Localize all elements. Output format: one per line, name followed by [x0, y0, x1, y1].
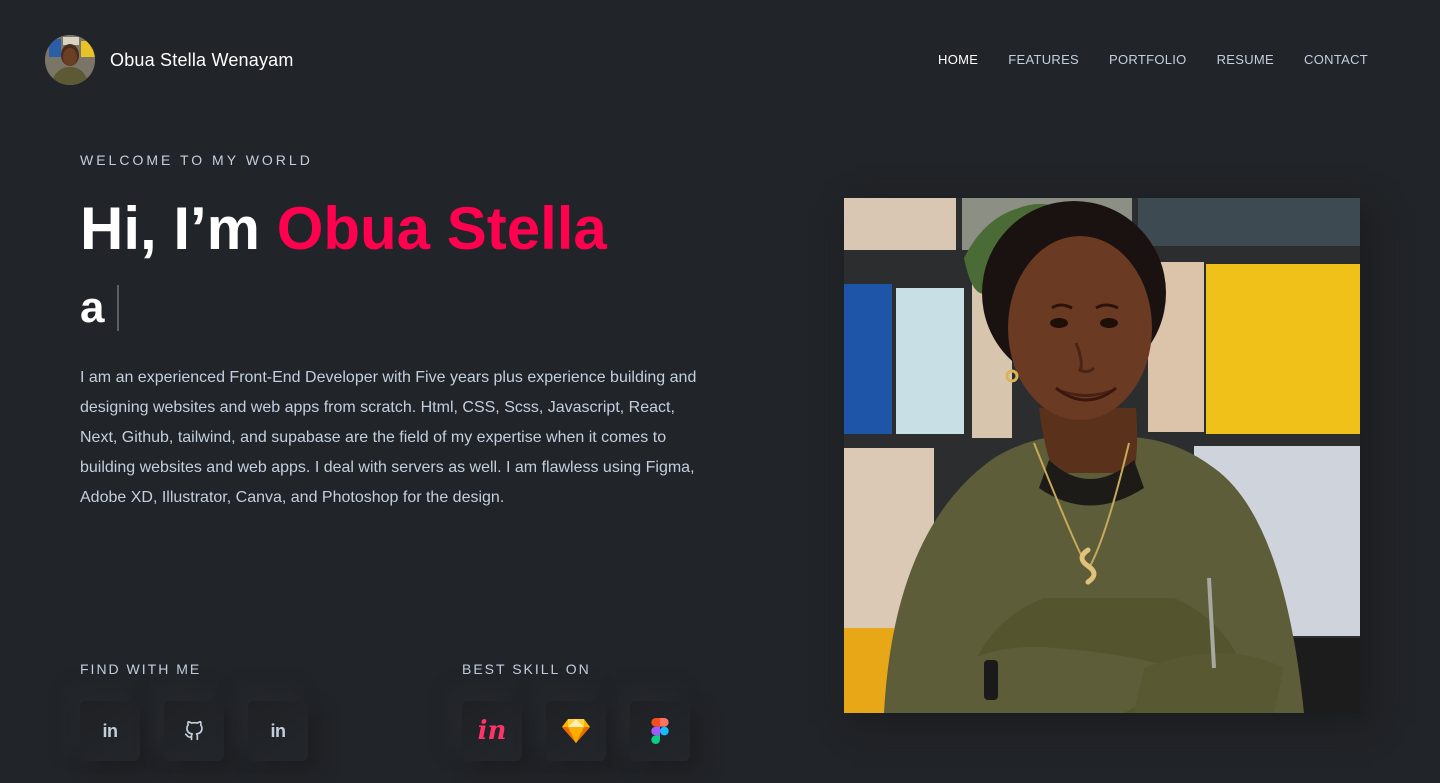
github-icon [184, 721, 203, 741]
skills-label: BEST SKILL ON [462, 661, 591, 677]
sketch-icon [562, 719, 590, 743]
welcome-subtitle: WELCOME TO MY WORLD [80, 152, 313, 168]
main-nav: HOME FEATURES PORTFOLIO RESUME CONTACT [938, 50, 1368, 70]
typed-role: a [80, 280, 120, 336]
figma-icon [651, 718, 669, 744]
brand-name: Obua Stella Wenayam [110, 49, 294, 70]
site-header: Obua Stella Wenayam HOME FEATURES PORTFO… [0, 0, 1440, 120]
nav-resume[interactable]: RESUME [1217, 50, 1274, 70]
linkedin-icon: in [270, 720, 287, 741]
social-label: FIND WITH ME [80, 661, 202, 677]
nav-home[interactable]: HOME [938, 50, 978, 70]
invision-skill[interactable]: in [462, 701, 522, 761]
nav-features[interactable]: FEATURES [1008, 50, 1079, 70]
typed-text: a [80, 283, 105, 332]
invision-icon: in [477, 716, 507, 746]
sketch-skill[interactable] [546, 701, 606, 761]
nav-contact[interactable]: CONTACT [1304, 50, 1368, 70]
linkedin-button[interactable]: in [80, 701, 140, 761]
profile-photo [844, 198, 1360, 713]
github-button[interactable] [164, 701, 224, 761]
typing-caret [117, 285, 120, 331]
brand-logo[interactable]: Obua Stella Wenayam [45, 35, 294, 85]
hero-name: Obua Stella [276, 195, 607, 262]
nav-portfolio[interactable]: PORTFOLIO [1109, 50, 1187, 70]
social-links: in in [80, 701, 308, 761]
linkedin-button[interactable]: in [248, 701, 308, 761]
figma-skill[interactable] [630, 701, 690, 761]
skill-icons: in [462, 701, 690, 761]
linkedin-icon: in [102, 720, 119, 741]
avatar [45, 35, 95, 85]
hero-title: Hi, I’m Obua Stella [80, 193, 607, 265]
hero-bio: I am an experienced Front-End Developer … [80, 369, 697, 506]
hero-greeting: Hi, I’m [80, 195, 261, 262]
